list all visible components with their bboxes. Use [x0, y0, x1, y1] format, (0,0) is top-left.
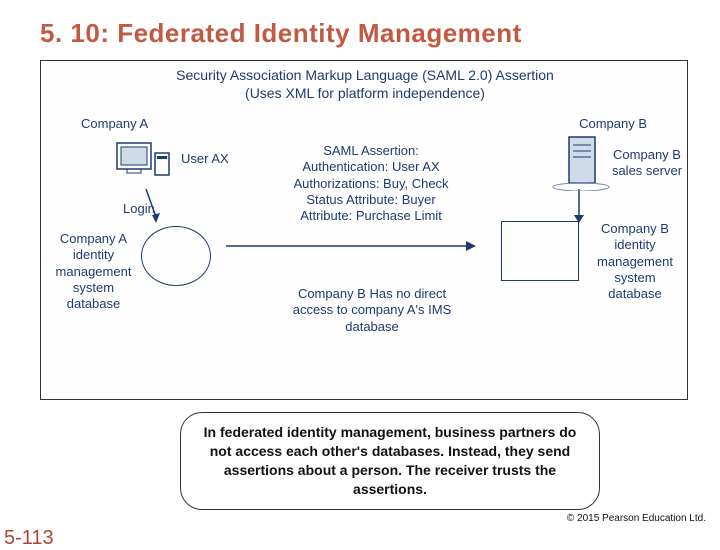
company-b-note: Company B Has no direct access to compan…	[277, 286, 467, 335]
computer-icon	[113, 139, 173, 189]
company-b-label: Company B	[579, 116, 647, 132]
company-a-db-icon	[141, 226, 211, 286]
diagram-frame: Security Association Markup Language (SA…	[40, 60, 688, 400]
copyright: © 2015 Pearson Education Ltd.	[567, 513, 706, 524]
company-b-db-icon	[501, 221, 579, 281]
arrow-right	[226, 236, 476, 256]
company-b-server-label: Company B sales server	[611, 147, 683, 180]
company-b-db-label: Company B identity management system dat…	[589, 221, 681, 302]
diagram-header-2: (Uses XML for platform independence)	[41, 85, 689, 103]
page-number: 5-113	[4, 527, 54, 550]
caption-box: In federated identity management, busine…	[180, 412, 600, 510]
user-ax-label: User AX	[181, 151, 229, 167]
server-icon	[549, 131, 614, 191]
slide-title: 5. 10: Federated Identity Management	[0, 0, 720, 61]
server-arrow	[569, 189, 599, 225]
saml-assertion-label: SAML Assertion: Authentication: User AX …	[281, 143, 461, 224]
diagram-header-1: Security Association Markup Language (SA…	[41, 67, 689, 85]
company-a-label: Company A	[81, 116, 148, 132]
company-a-db-label: Company A identity management system dat…	[51, 231, 136, 312]
login-arrow	[136, 189, 166, 225]
